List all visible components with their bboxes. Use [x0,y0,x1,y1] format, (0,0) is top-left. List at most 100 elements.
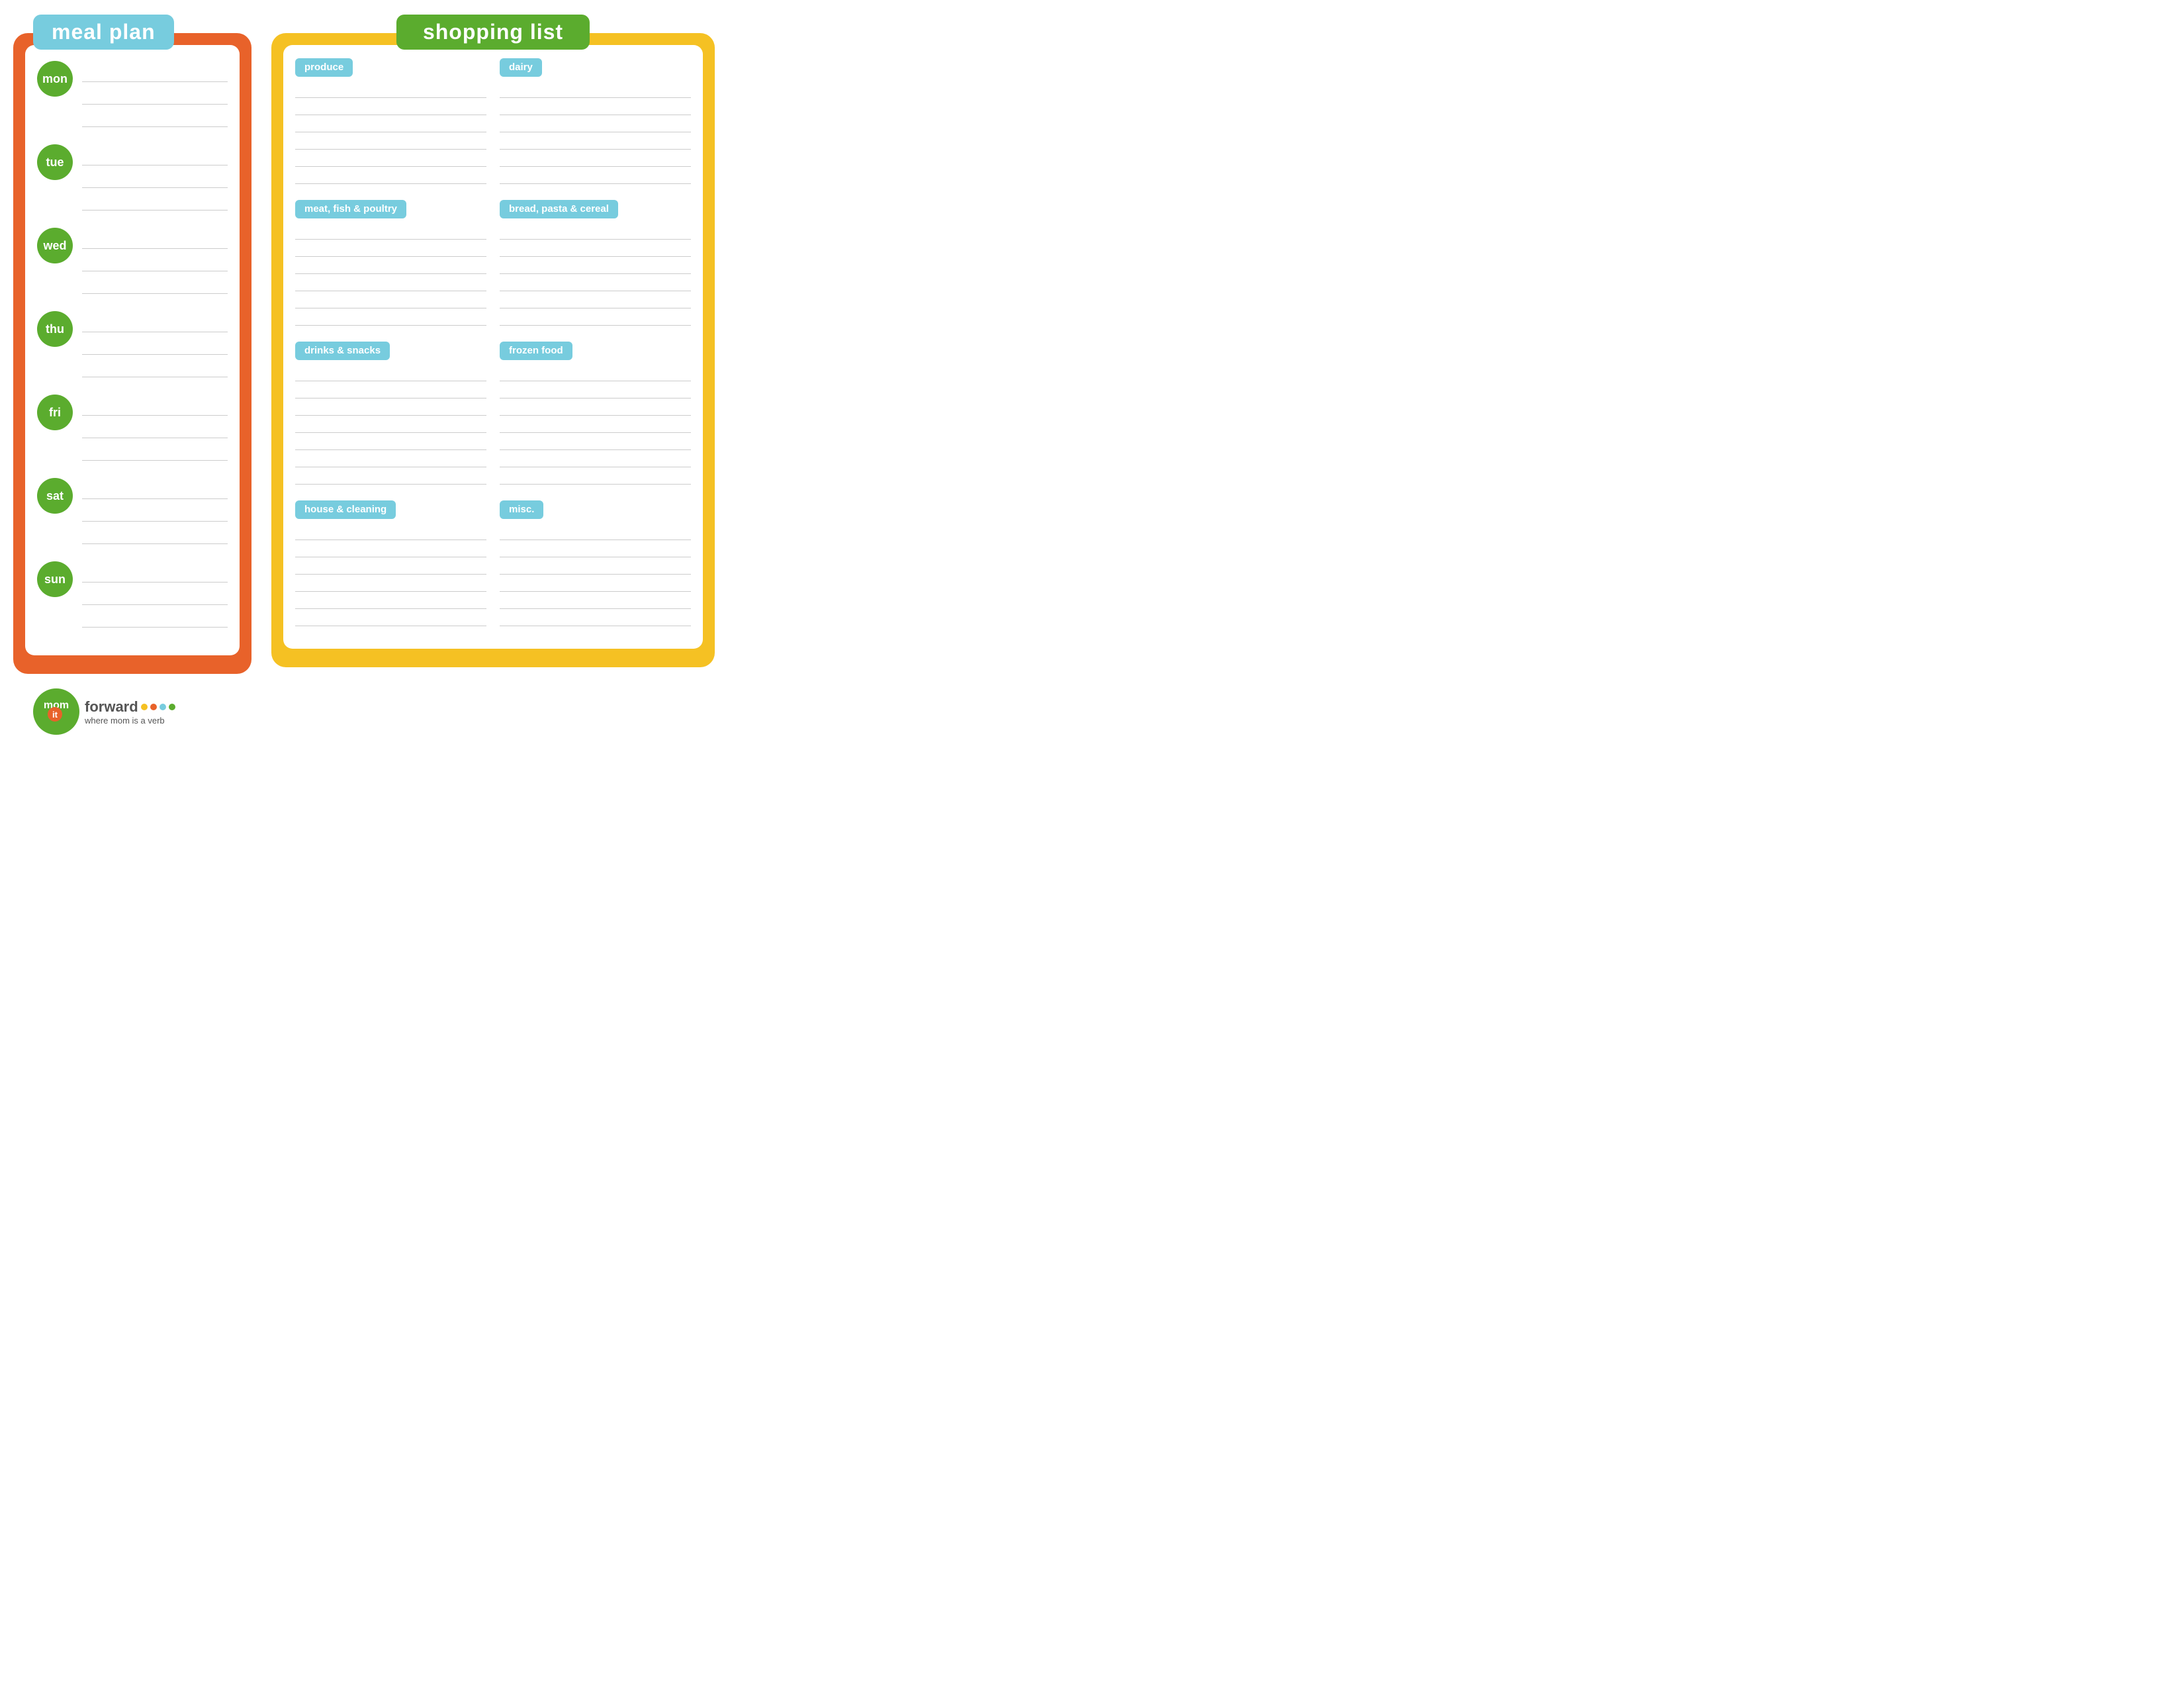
day-row-mon: mon [37,58,228,127]
section-line [500,135,691,150]
section-line [295,367,486,381]
day-line [82,86,228,105]
shopping-section-drinks: drinks & snacks [295,342,486,487]
day-line [82,253,228,271]
section-line [500,277,691,291]
day-line [82,192,228,211]
day-line [82,609,228,628]
section-line [295,384,486,399]
section-line [500,453,691,467]
section-line [500,101,691,115]
section-label-text-misc: misc. [509,504,534,515]
shopping-list-title: shopping list [423,20,563,44]
section-line [500,436,691,450]
shopping-section-dairy: dairy [500,58,691,187]
section-label-misc: misc. [500,500,543,519]
section-line [295,225,486,240]
it-text: it [52,710,58,720]
day-line [82,526,228,544]
section-line [500,612,691,626]
day-lines-sat [82,475,228,544]
section-line [500,118,691,132]
section-line [500,259,691,274]
section-line [500,560,691,575]
section-line [295,169,486,184]
section-line [500,526,691,540]
section-line [295,594,486,609]
day-label-wed: wed [43,239,66,253]
section-line [295,470,486,485]
shopping-inner: producedairymeat, fish & poultrybread, p… [283,45,703,649]
day-line [82,564,228,583]
day-row-sat: sat [37,475,228,544]
meal-plan-inner: mon tue wed thu fri sat sun [25,45,240,655]
day-row-sun: sun [37,559,228,628]
section-line [295,526,486,540]
day-label-mon: mon [42,72,68,86]
day-label-tue: tue [46,156,64,169]
section-line [500,367,691,381]
shopping-section-frozen: frozen food [500,342,691,487]
day-row-wed: wed [37,225,228,294]
section-line [500,152,691,167]
shopping-section-house: house & cleaning [295,500,486,629]
meal-plan-title: meal plan [52,20,156,44]
section-lines-frozen [500,367,691,485]
section-line [500,577,691,592]
section-line [500,242,691,257]
section-line [295,401,486,416]
section-label-text-drinks: drinks & snacks [304,345,381,356]
day-lines-tue [82,142,228,211]
section-lines-dairy [500,83,691,184]
section-label-dairy: dairy [500,58,542,77]
tagline: where mom is a verb [85,716,175,726]
section-line [295,311,486,326]
day-row-fri: fri [37,392,228,461]
day-bubble-sat: sat [37,478,73,514]
day-label-sun: sun [44,573,66,586]
dot-red [150,704,157,710]
section-line [500,401,691,416]
brand-text: forward where mom is a verb [85,698,175,726]
section-label-bread: bread, pasta & cereal [500,200,618,218]
meal-plan-clipboard: meal plan montuewedthufrisatsun [13,33,251,674]
day-bubble-wed: wed [37,228,73,263]
section-line [295,83,486,98]
day-row-thu: thu [37,308,228,377]
section-lines-house [295,526,486,626]
section-line [295,101,486,115]
day-label-fri: fri [49,406,61,420]
dot-orange [141,704,148,710]
section-label-frozen: frozen food [500,342,572,360]
shopping-list-tab: shopping list [396,15,590,50]
section-line [295,543,486,557]
day-line [82,275,228,294]
brand-logo: mom it [33,688,79,735]
day-bubble-sun: sun [37,561,73,597]
section-line [295,577,486,592]
main-layout: meal plan mon tue wed thu fri sat sun shopping… [13,13,715,674]
section-line [500,83,691,98]
dot-green [169,704,175,710]
it-circle: it [48,707,62,722]
day-line [82,147,228,165]
day-line [82,586,228,605]
branding: mom it forward where mom is a verb [33,688,175,735]
shopping-section-meat: meat, fish & poultry [295,200,486,328]
day-line [82,397,228,416]
day-line [82,420,228,438]
section-line [500,169,691,184]
forward-line: forward [85,698,175,716]
shopping-section-bread: bread, pasta & cereal [500,200,691,328]
day-bubble-tue: tue [37,144,73,180]
section-label-house: house & cleaning [295,500,396,519]
day-lines-fri [82,392,228,461]
section-line [295,294,486,308]
section-line [295,453,486,467]
dot-blue [159,704,166,710]
section-label-text-house: house & cleaning [304,504,387,515]
section-line [500,294,691,308]
day-line [82,336,228,355]
section-line [500,543,691,557]
day-line [82,230,228,249]
